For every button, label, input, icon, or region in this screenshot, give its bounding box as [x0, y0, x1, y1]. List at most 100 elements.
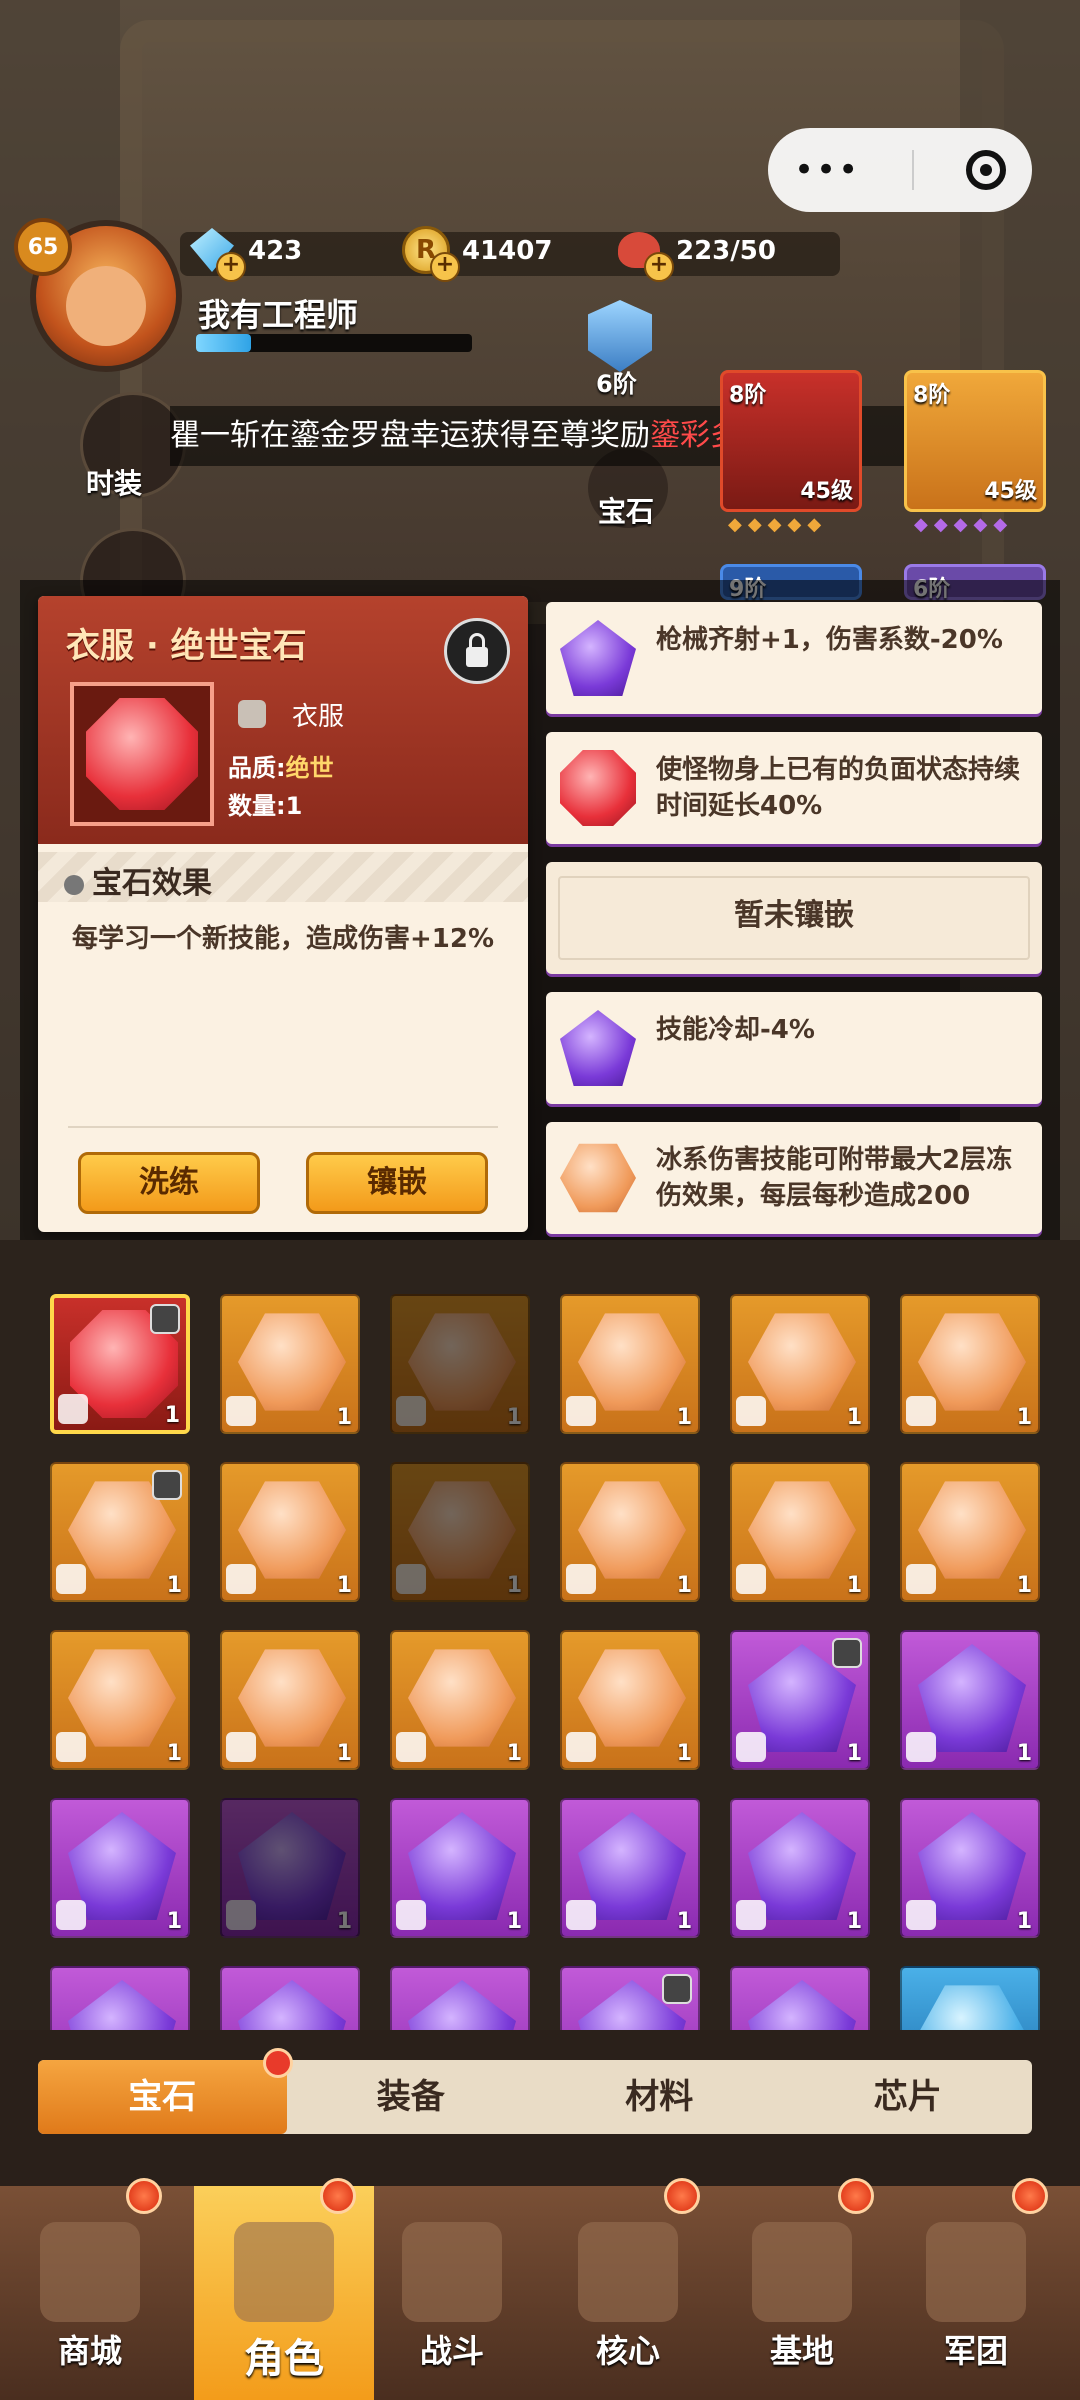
- inventory-gem-cell[interactable]: 1: [900, 1462, 1040, 1602]
- inventory-gem-cell[interactable]: 1: [730, 1294, 870, 1434]
- gem-quantity: 1: [846, 1405, 862, 1430]
- star-pips: ◆◆◆◆◆: [914, 514, 1014, 535]
- gem-quantity: 1: [336, 1741, 352, 1766]
- inventory-gem-cell[interactable]: 1: [560, 1294, 700, 1434]
- inventory-gem-cell[interactable]: 1: [220, 1294, 360, 1434]
- nav-base[interactable]: 基地: [712, 2178, 892, 2400]
- gem-socket-5[interactable]: 冰系伤害技能可附带最大2层冻伤效果，每层每秒造成200: [546, 1122, 1042, 1234]
- stamina-resource[interactable]: + 223/50: [614, 226, 776, 282]
- inventory-gem-cell[interactable]: 1: [900, 1798, 1040, 1938]
- equipment-type-icon: [566, 1396, 596, 1426]
- inventory-gem-cell[interactable]: 1: [50, 1798, 190, 1938]
- inventory-gem-cell[interactable]: 1: [730, 1798, 870, 1938]
- add-coin-icon[interactable]: +: [430, 252, 460, 282]
- inventory-gem-cell[interactable]: 1: [390, 1798, 530, 1938]
- blue-gem-icon: [918, 1985, 1026, 2030]
- inventory-gem-cell[interactable]: 1: [50, 1462, 190, 1602]
- gem-quantity: 1: [846, 1741, 862, 1766]
- equipment-type-icon: [58, 1394, 88, 1424]
- inventory-gem-cell[interactable]: 1: [900, 1294, 1040, 1434]
- gem-quantity: 1: [336, 1573, 352, 1598]
- nav-label: 基地: [769, 2332, 834, 2370]
- quality-label: 品质:: [228, 754, 286, 782]
- inlay-button[interactable]: 镶嵌: [306, 1152, 488, 1214]
- capsule-divider: [912, 150, 915, 190]
- nav-label: 战斗: [419, 2332, 484, 2370]
- inventory-gem-cell[interactable]: 1: [730, 1462, 870, 1602]
- inventory-gem-cell[interactable]: [900, 1966, 1040, 2030]
- nav-core[interactable]: 核心: [538, 2178, 718, 2400]
- nav-battle[interactable]: 战斗: [362, 2186, 542, 2400]
- more-options-icon[interactable]: •••: [794, 150, 860, 190]
- gem-socket-1[interactable]: 枪械齐射+1，伤害系数-20%: [546, 602, 1042, 714]
- tab-equipment[interactable]: 装备: [287, 2060, 536, 2134]
- inventory-gem-cell[interactable]: [220, 1966, 360, 2030]
- equipment-type-icon: [396, 1396, 426, 1426]
- diamond-count: 423: [248, 236, 303, 266]
- gem-quantity: 1: [166, 1573, 182, 1598]
- inventory-gem-cell[interactable]: [560, 1966, 700, 2030]
- inventory-gem-cell[interactable]: 1: [220, 1798, 360, 1938]
- nav-label: 商城: [57, 2332, 122, 2370]
- gem-socket-4[interactable]: 技能冷却-4%: [546, 992, 1042, 1104]
- equip-level: 45级: [800, 479, 853, 504]
- inventory-gem-cell[interactable]: 1: [390, 1630, 530, 1770]
- equip-level: 45级: [984, 479, 1037, 504]
- lock-toggle-icon[interactable]: [444, 618, 510, 684]
- inventory-gem-cell[interactable]: 1: [220, 1462, 360, 1602]
- effect-description: 每学习一个新技能，造成伤害+12%: [72, 924, 495, 954]
- gem-socket-3[interactable]: 暂未镶嵌: [546, 862, 1042, 974]
- add-stamina-icon[interactable]: +: [644, 252, 674, 282]
- tab-label: 宝石: [128, 2077, 197, 2117]
- equipment-type-icon: [906, 1900, 936, 1930]
- equipment-type-icon: [396, 1564, 426, 1594]
- gem-quantity: 1: [1016, 1909, 1032, 1934]
- tab-materials[interactable]: 材料: [535, 2060, 784, 2134]
- socket-effect-text: 暂未镶嵌: [734, 898, 854, 933]
- gem-quantity: 1: [164, 1403, 180, 1428]
- tab-label: 装备: [376, 2077, 445, 2117]
- equipment-type-icon: [566, 1732, 596, 1762]
- inventory-gem-cell[interactable]: 1: [560, 1462, 700, 1602]
- add-diamond-icon[interactable]: +: [216, 252, 246, 282]
- gem-quantity: 1: [506, 1405, 522, 1430]
- inventory-gem-cell[interactable]: 1: [390, 1462, 530, 1602]
- ticker-text: 瞿一斩在鎏金罗盘幸运获得至尊奖励: [170, 418, 650, 453]
- inventory-gem-cell[interactable]: [390, 1966, 530, 2030]
- inventory-gem-cell[interactable]: 1: [50, 1294, 190, 1434]
- inventory-gem-cell[interactable]: 1: [560, 1630, 700, 1770]
- red-gem-icon: [86, 698, 198, 810]
- tab-chips[interactable]: 芯片: [784, 2060, 1033, 2134]
- inventory-gem-cell[interactable]: 1: [900, 1630, 1040, 1770]
- nav-shop[interactable]: 商城: [0, 2178, 180, 2400]
- equip-slot-gloves[interactable]: 8阶 45级: [904, 370, 1046, 512]
- inventory-gem-cell[interactable]: 1: [730, 1630, 870, 1770]
- inventory-gem-cell[interactable]: 1: [50, 1630, 190, 1770]
- equipment-type-icon: [906, 1732, 936, 1762]
- equipment-type-icon: [56, 1732, 86, 1762]
- gem-quantity: 1: [506, 1741, 522, 1766]
- miniprogram-capsule: •••: [768, 128, 1032, 212]
- inventory-gem-cell[interactable]: 1: [220, 1630, 360, 1770]
- quality-value: 绝世: [285, 754, 334, 782]
- gem-quantity: 1: [166, 1741, 182, 1766]
- notification-dot-icon: [1012, 2178, 1048, 2214]
- nav-legion[interactable]: 军团: [886, 2178, 1066, 2400]
- coin-resource[interactable]: R + 41407: [400, 226, 552, 282]
- close-miniprogram-icon[interactable]: [966, 150, 1007, 190]
- tab-gems[interactable]: 宝石: [38, 2048, 293, 2134]
- equipment-type-icon: [226, 1564, 256, 1594]
- wash-button[interactable]: 洗练: [78, 1152, 260, 1214]
- nav-character[interactable]: 角色: [194, 2178, 374, 2400]
- equip-slot-helmet[interactable]: 8阶 45级: [720, 370, 862, 512]
- inventory-gem-cell[interactable]: 1: [390, 1294, 530, 1434]
- equipment-type-icon: [226, 1900, 256, 1930]
- orange-gem-icon: [560, 1143, 636, 1213]
- gem-socket-2[interactable]: 使怪物身上已有的负面状态持续时间延长40%: [546, 732, 1042, 844]
- equipment-type-icon: [396, 1732, 426, 1762]
- inventory-gem-cell[interactable]: [50, 1966, 190, 2030]
- gem-quantity: 1: [676, 1909, 692, 1934]
- inventory-gem-cell[interactable]: [730, 1966, 870, 2030]
- diamond-resource[interactable]: + 423: [186, 226, 303, 282]
- inventory-gem-cell[interactable]: 1: [560, 1798, 700, 1938]
